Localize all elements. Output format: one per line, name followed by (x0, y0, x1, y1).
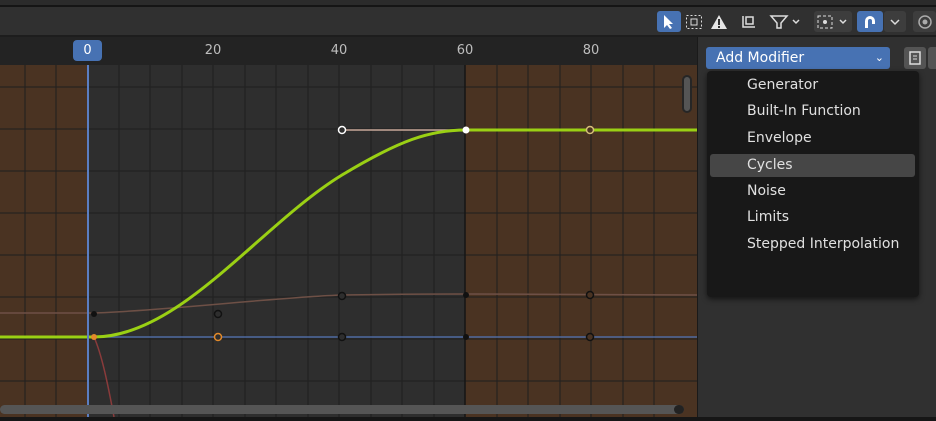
warning-icon (711, 14, 727, 29)
overlay-button[interactable] (913, 11, 936, 32)
keyframe-point[interactable] (463, 334, 469, 340)
add-modifier-dropdown[interactable]: Add Modifier ⌄ (706, 47, 890, 69)
ruler-label-40: 40 (330, 43, 348, 58)
current-frame-badge[interactable]: 0 (73, 40, 102, 61)
ruler-label-60: 60 (456, 43, 474, 58)
copy-modifiers-button[interactable] (904, 47, 926, 69)
handle-point[interactable] (585, 332, 595, 342)
keyframe-point[interactable] (91, 311, 97, 317)
ruler-label-20: 20 (204, 43, 222, 58)
select-cursor-icon (664, 14, 673, 29)
top-strip (0, 0, 936, 7)
graph-editor-header (0, 7, 936, 35)
copy-icon (909, 51, 921, 65)
warning-button[interactable] (707, 11, 731, 32)
proportional-icon (817, 15, 847, 28)
keyframe-point[interactable] (463, 292, 469, 298)
paste-modifiers-button[interactable] (928, 47, 936, 69)
handle-point[interactable] (213, 309, 223, 319)
handle-point[interactable] (337, 125, 347, 135)
add-modifier-label: Add Modifier (716, 50, 805, 66)
circle-dot-icon (917, 14, 932, 29)
menu-item-envelope[interactable]: Envelope (710, 127, 915, 150)
menu-item-cycles[interactable]: Cycles (710, 154, 915, 177)
select-cursor-button[interactable] (657, 11, 681, 32)
snap-dropdown[interactable] (884, 11, 906, 32)
graph-area[interactable] (0, 65, 697, 417)
chevron-down-icon: ⌄ (874, 51, 884, 64)
horizontal-scrollbar[interactable] (0, 405, 684, 414)
menu-item-limits[interactable]: Limits (710, 206, 915, 229)
handle-point[interactable] (337, 291, 347, 301)
proportional-dropdown[interactable] (814, 11, 852, 32)
snap-icon (865, 15, 875, 28)
menu-item-generator[interactable]: Generator (710, 74, 915, 97)
menu-item-stepped-interpolation[interactable]: Stepped Interpolation (710, 233, 915, 256)
snap-toggle[interactable] (857, 11, 883, 32)
select-box-icon (686, 14, 702, 29)
post-range-region (465, 65, 697, 417)
handle-point[interactable] (337, 332, 347, 342)
keyframe-point[interactable] (91, 334, 97, 340)
handle-point[interactable] (585, 125, 595, 135)
keyframe-point-selected[interactable] (462, 126, 470, 134)
chevron-down-icon (890, 18, 900, 25)
ruler-label-80: 80 (582, 43, 600, 58)
pivot-button[interactable] (737, 11, 761, 32)
filter-dropdown[interactable] (767, 11, 805, 32)
menu-item-built-in-function[interactable]: Built-In Function (710, 100, 915, 123)
filter-icon (769, 14, 800, 29)
scrollbar-end-cap[interactable] (674, 405, 684, 414)
handle-point[interactable] (585, 290, 595, 300)
handle-point[interactable] (213, 332, 223, 342)
modifiers-panel: Add Modifier ⌄ Generator Built-In Functi… (697, 37, 936, 421)
menu-item-noise[interactable]: Noise (710, 180, 915, 203)
frame-ruler[interactable]: 20 40 60 80 (0, 37, 697, 65)
bottom-border (0, 417, 936, 421)
pre-range-region (0, 65, 88, 417)
pivot-icon (742, 15, 755, 28)
vertical-scrollbar[interactable] (682, 75, 692, 113)
select-box-button[interactable] (683, 11, 705, 32)
add-modifier-menu: Generator Built-In Function Envelope Cyc… (707, 71, 919, 297)
